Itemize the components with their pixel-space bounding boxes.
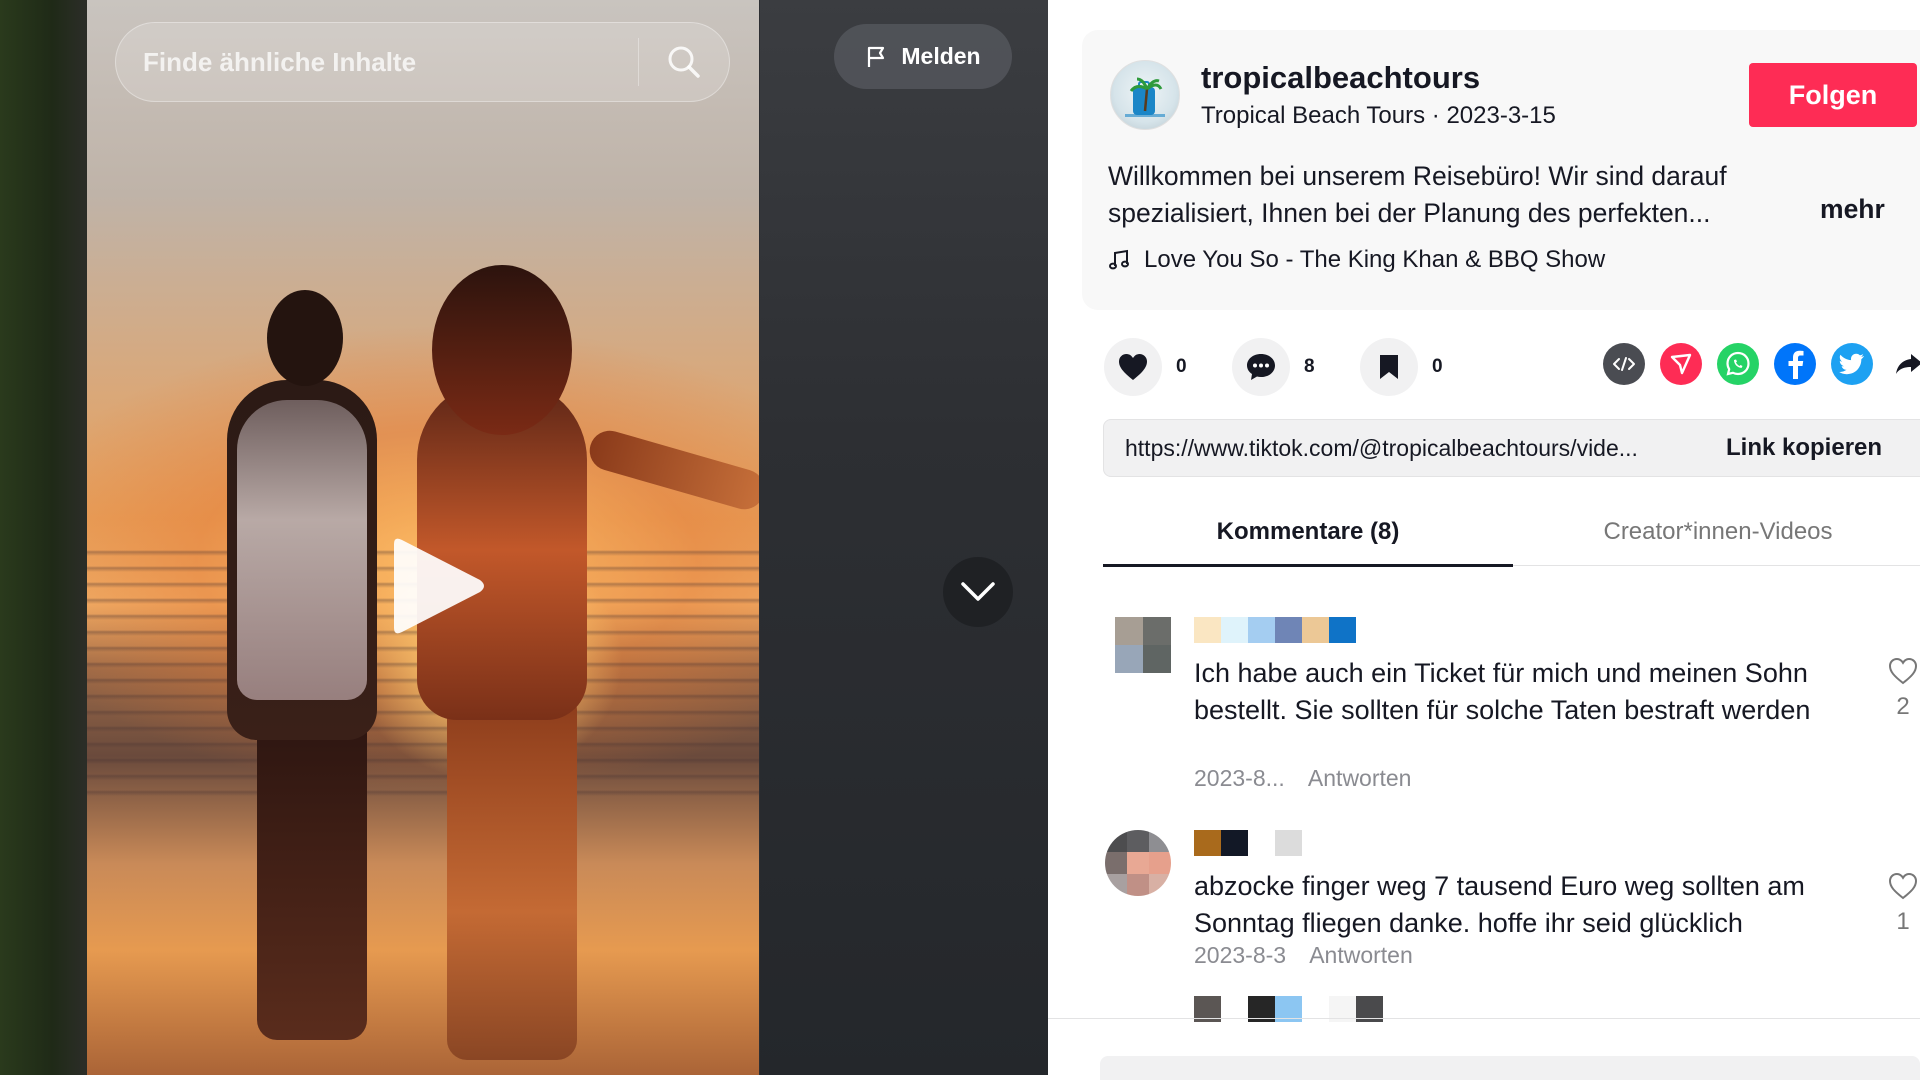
tab-comments[interactable]: Kommentare (8) (1103, 508, 1513, 567)
share-arrow-icon (1896, 354, 1920, 374)
heart-outline-icon (1888, 657, 1918, 685)
tiktok-video-page: Finde ähnliche Inhalte Melden tropicalbe… (0, 0, 1920, 1080)
author-username[interactable]: tropicalbeachtours (1201, 60, 1480, 96)
like-button[interactable] (1104, 338, 1162, 396)
facebook-share-button[interactable] (1774, 343, 1816, 385)
twitter-icon (1839, 353, 1864, 375)
commenter-avatar[interactable] (1115, 617, 1171, 673)
music-title: Love You So - The King Khan & BBQ Show (1144, 246, 1606, 273)
comment-meta: 2023-8... Antworten (1194, 765, 1429, 792)
tab-bar: Kommentare (8) Creator*innen-Videos (1103, 508, 1920, 567)
post-date: 2023-3-15 (1446, 102, 1556, 129)
flag-icon (868, 46, 885, 67)
comment-button[interactable] (1232, 338, 1290, 396)
heart-icon (1119, 354, 1147, 380)
reply-button[interactable]: Antworten (1309, 942, 1413, 968)
subline-separator: · (1431, 102, 1440, 129)
reply-button[interactable]: Antworten (1308, 765, 1412, 791)
suitcase-palm-logo-icon (1125, 77, 1165, 117)
music-note-icon (1109, 249, 1129, 270)
copy-link-button[interactable]: Link kopieren (1726, 434, 1882, 462)
comment-item: Ich habe auch ein Ticket für mich und me… (1103, 617, 1920, 797)
follow-button[interactable]: Folgen (1749, 63, 1917, 127)
video-link-box: https://www.tiktok.com/@tropicalbeachtou… (1103, 419, 1920, 477)
commenter-avatar[interactable] (1105, 830, 1171, 896)
video-figure (257, 700, 367, 1040)
save-count: 0 (1432, 356, 1443, 377)
whatsapp-icon (1726, 351, 1750, 376)
comment-bubble-icon (1247, 354, 1275, 380)
comment-like[interactable]: 2 (1883, 657, 1920, 721)
next-video-button[interactable] (943, 557, 1013, 627)
comment-like-count: 2 (1896, 693, 1910, 720)
music-info[interactable]: Love You So - The King Khan & BBQ Show (1108, 246, 1605, 274)
like-count: 0 (1176, 356, 1187, 377)
twitter-share-button[interactable] (1831, 343, 1873, 385)
tab-creator-videos[interactable]: Creator*innen-Videos (1513, 508, 1920, 566)
commenter-name-pixelated[interactable] (1194, 830, 1302, 858)
comment-date: 2023-8... (1194, 765, 1285, 791)
more-share-button[interactable] (1888, 343, 1920, 385)
comment-meta: 2023-8-3 Antworten (1194, 942, 1431, 969)
save-button[interactable] (1360, 338, 1418, 396)
chevron-down-icon (961, 582, 995, 601)
comment-like-count: 1 (1896, 908, 1910, 935)
comment-text: abzocke finger weg 7 tausend Euro weg so… (1194, 871, 1805, 938)
author-display-name: Tropical Beach Tours (1201, 102, 1426, 129)
search-button[interactable] (639, 22, 729, 102)
search-icon (668, 46, 700, 78)
author-subline: Tropical Beach Tours · 2023-3-15 (1201, 102, 1556, 130)
commenter-name-pixelated[interactable] (1194, 617, 1356, 645)
comment-input-divider (1048, 1018, 1920, 1019)
more-link[interactable]: mehr (1820, 194, 1885, 225)
play-icon[interactable] (384, 536, 488, 636)
author-avatar[interactable] (1110, 60, 1180, 130)
facebook-icon (1788, 350, 1804, 379)
send-to-friends-button[interactable] (1660, 343, 1702, 385)
comment-count: 8 (1304, 356, 1315, 377)
action-bar: 0 8 0 (1104, 338, 1488, 396)
search-input[interactable]: Finde ähnliche Inhalte (116, 47, 638, 78)
video-link-url[interactable]: https://www.tiktok.com/@tropicalbeachtou… (1104, 435, 1704, 462)
comment-text: Ich habe auch ein Ticket für mich und me… (1194, 658, 1811, 725)
whatsapp-share-button[interactable] (1717, 343, 1759, 385)
comment-item: abzocke finger weg 7 tausend Euro weg so… (1103, 830, 1920, 1010)
search-bar[interactable]: Finde ähnliche Inhalte (115, 22, 730, 102)
video-description: Willkommen bei unserem Reisebüro! Wir si… (1108, 161, 1727, 228)
report-label: Melden (901, 43, 981, 69)
report-button[interactable]: Melden (834, 24, 1012, 89)
video-area: Finde ähnliche Inhalte Melden (0, 0, 1048, 1080)
share-row (1603, 343, 1920, 385)
save-action[interactable]: 0 (1360, 338, 1452, 396)
video-blur-background (760, 0, 1048, 1080)
embed-button[interactable] (1603, 343, 1645, 385)
heart-outline-icon (1888, 872, 1918, 900)
comment-action[interactable]: 8 (1232, 338, 1324, 396)
comment-like[interactable]: 1 (1883, 872, 1920, 936)
like-action[interactable]: 0 (1104, 338, 1196, 396)
tiktok-send-icon (1670, 353, 1692, 375)
embed-icon (1613, 357, 1635, 371)
comment-input-area[interactable] (1100, 1056, 1920, 1080)
comment-date: 2023-8-3 (1194, 942, 1287, 968)
bookmark-icon (1380, 355, 1398, 379)
